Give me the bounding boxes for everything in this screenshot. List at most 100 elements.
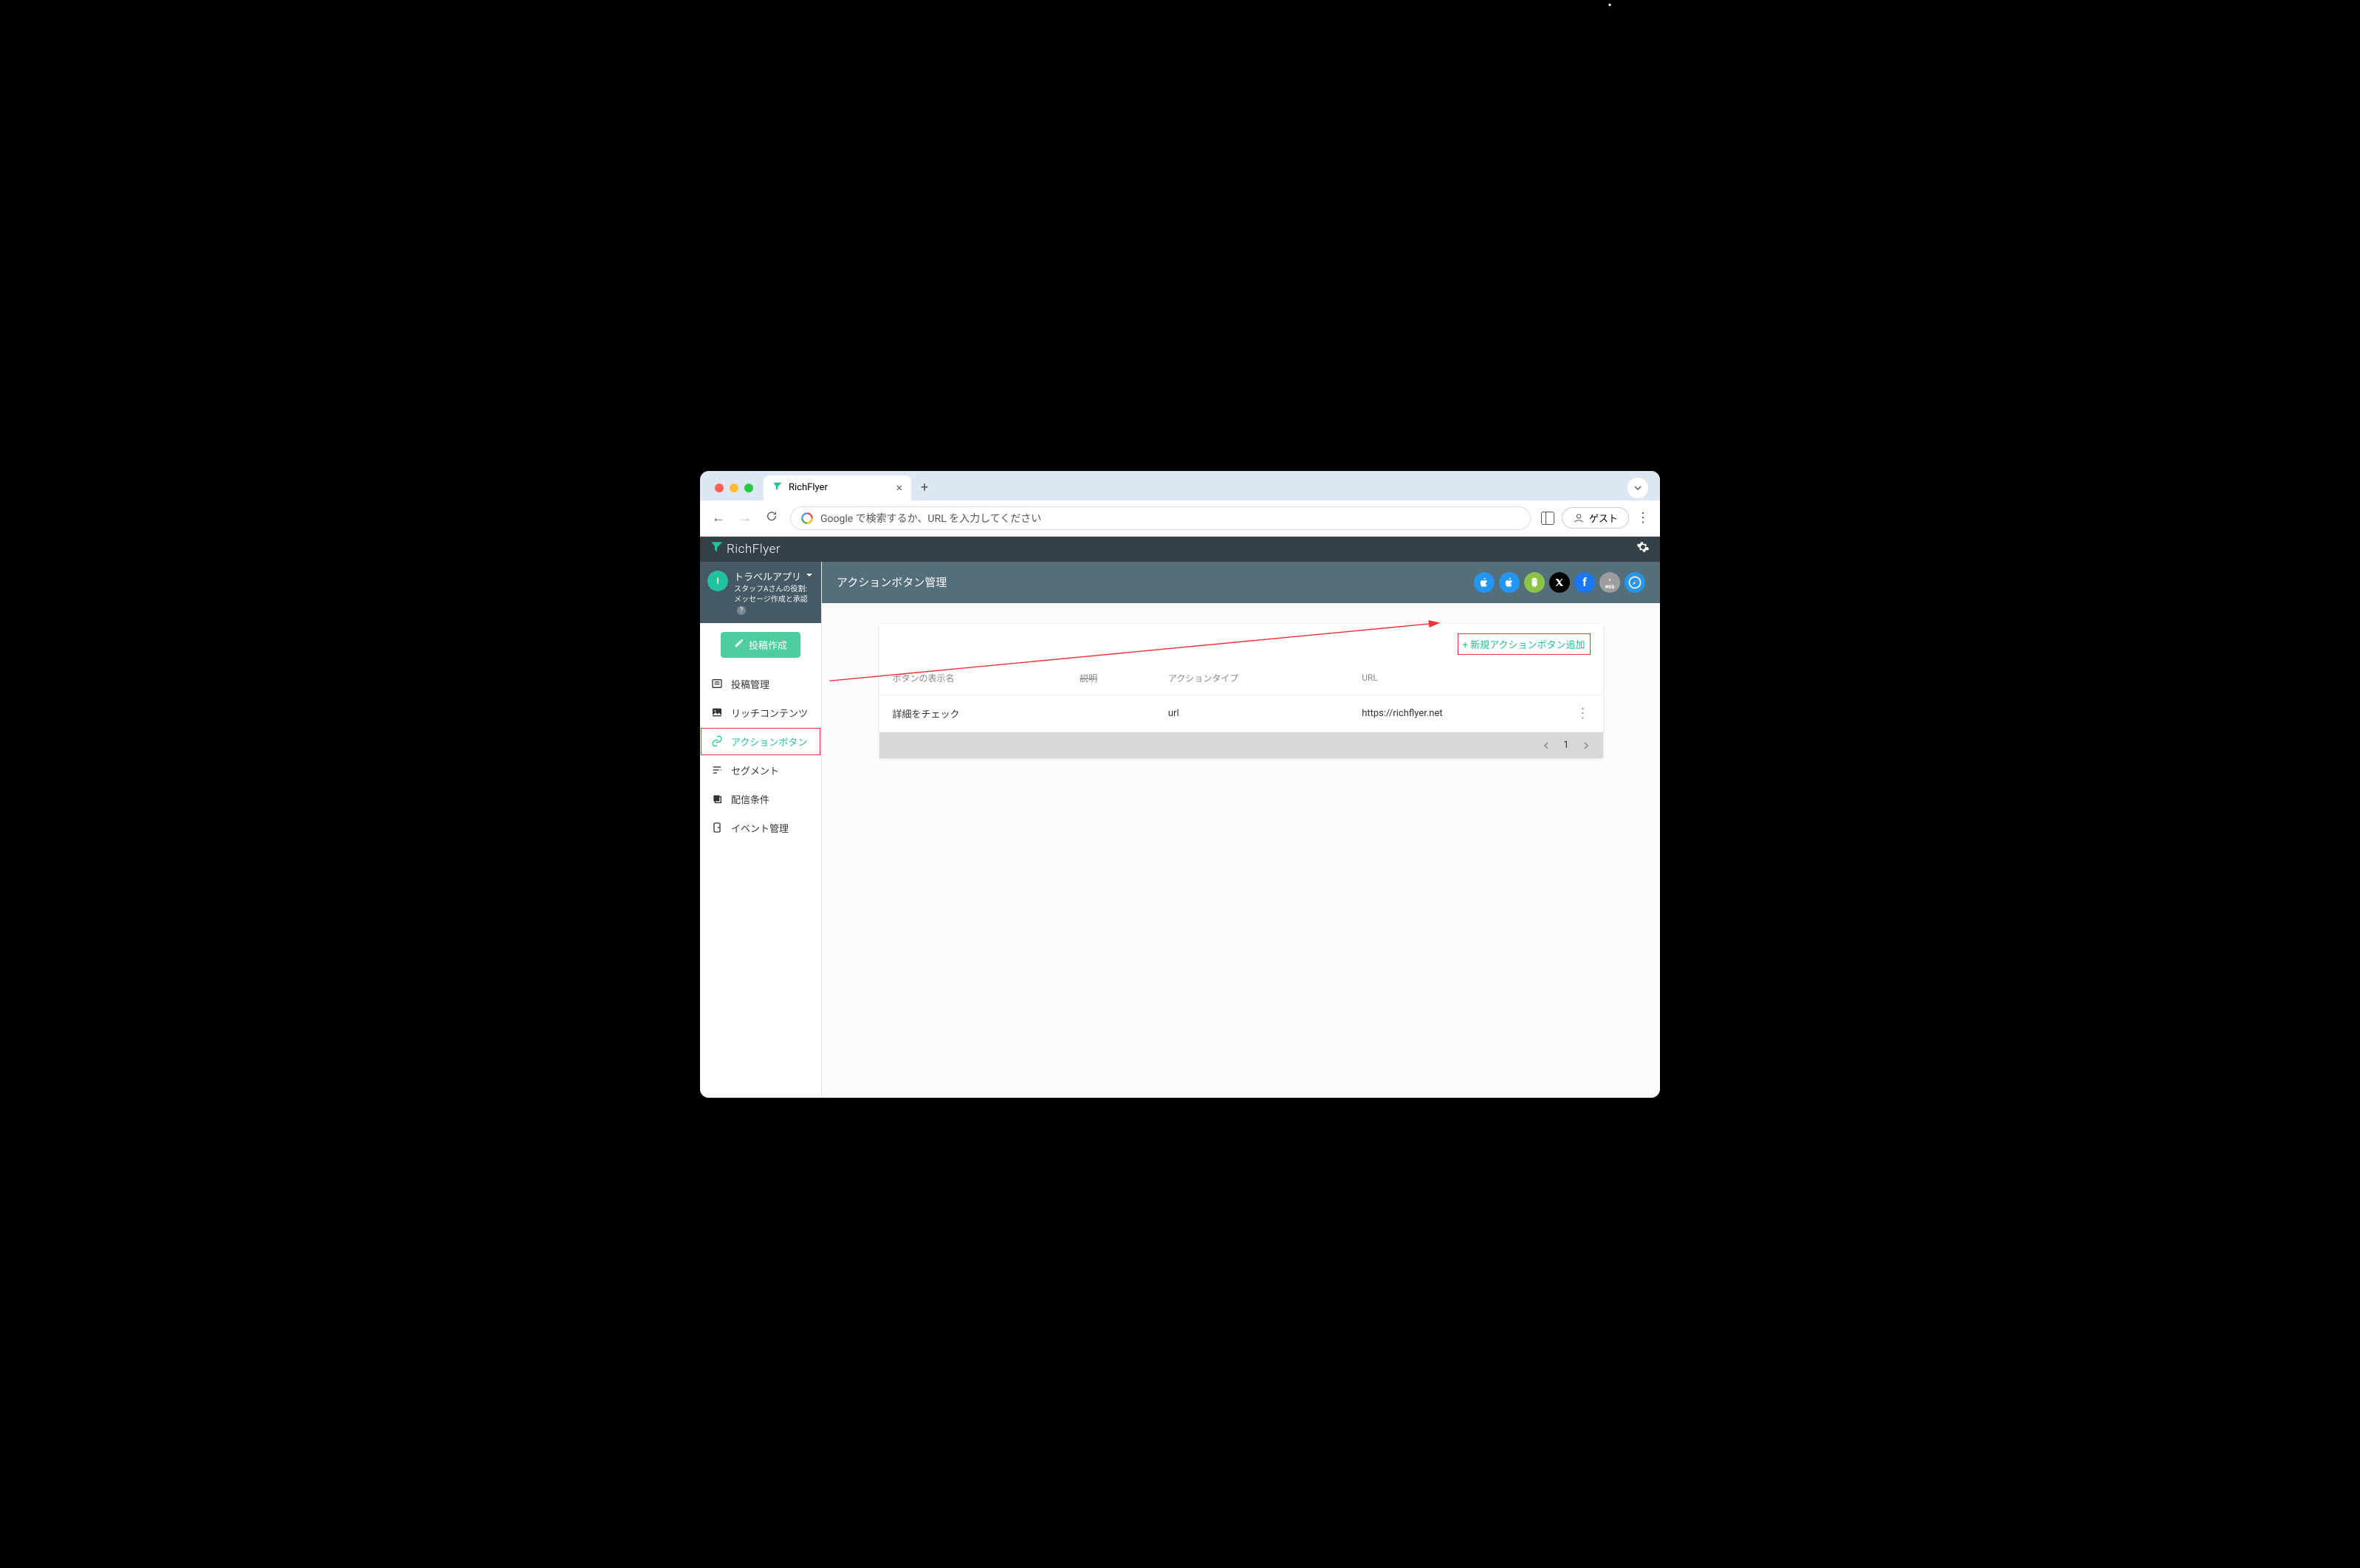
prev-page-button[interactable]: [1543, 738, 1550, 752]
window-controls: [707, 484, 761, 492]
card-header: + 新規アクションボタン追加: [879, 624, 1603, 661]
maximize-window-button[interactable]: [744, 484, 753, 492]
role-text: スタッフAさんの役割: メッセージ作成と承認 ?: [734, 585, 814, 616]
help-icon[interactable]: ?: [737, 606, 746, 615]
image-icon: [710, 706, 724, 718]
avatar: [707, 571, 728, 591]
col-action-type: アクションタイプ: [1155, 661, 1348, 695]
col-display-name: ボタンの表示名: [879, 661, 1067, 695]
nav: 投稿管理 リッチコンテンツ アクションボタン セグメント: [700, 667, 821, 845]
nav-label: イベント管理: [731, 821, 789, 835]
chevron-down-icon: [806, 571, 813, 582]
tab-title: RichFlyer: [789, 482, 828, 493]
platform-apple-icon[interactable]: [1474, 572, 1495, 593]
settings-icon[interactable]: [1636, 540, 1650, 557]
nav-item-conditions[interactable]: 配信条件: [700, 785, 821, 814]
toolbar-right: ゲスト ⋮: [1541, 507, 1650, 529]
new-tab-button[interactable]: +: [914, 478, 935, 498]
back-button[interactable]: ←: [710, 510, 727, 526]
nav-label: アクションボタン: [731, 735, 807, 749]
action-button-table: ボタンの表示名 説明 アクションタイプ URL 詳細をチェック: [879, 661, 1603, 732]
address-bar[interactable]: Google で検索するか、URL を入力してください: [790, 506, 1531, 530]
platform-safari-icon[interactable]: [1625, 572, 1645, 593]
cell-description: [1066, 695, 1155, 732]
tab-bar: RichFlyer × +: [700, 471, 1660, 501]
nav-item-posts[interactable]: 投稿管理: [700, 670, 821, 698]
platform-icons: f WEB: [1474, 572, 1645, 593]
next-page-button[interactable]: [1582, 738, 1590, 752]
reload-button[interactable]: [764, 510, 780, 526]
layers-icon: [710, 793, 724, 805]
platform-apple-alt-icon[interactable]: [1499, 572, 1520, 593]
nav-item-rich-contents[interactable]: リッチコンテンツ: [700, 698, 821, 727]
nav-item-events[interactable]: イベント管理: [700, 814, 821, 842]
nav-item-action-button[interactable]: アクションボタン: [700, 727, 821, 756]
person-icon: [1573, 512, 1585, 524]
tab-favicon-icon: [772, 481, 783, 495]
brand-mark-icon: [710, 540, 724, 557]
compose-button[interactable]: 投稿作成: [721, 632, 800, 658]
app-header: RichFlyer: [700, 537, 1660, 562]
event-icon: [710, 822, 724, 833]
address-placeholder: Google で検索するか、URL を入力してください: [820, 511, 1041, 526]
list-icon: [710, 678, 724, 690]
cell-url: https://richflyer.net: [1348, 695, 1563, 732]
col-url: URL: [1348, 661, 1563, 695]
tab-search-button[interactable]: [1627, 478, 1648, 498]
sidebar: トラベルアプリ スタッフAさんの役割: メッセージ作成と承認 ?: [700, 562, 822, 1098]
cell-display-name: 詳細をチェック: [879, 695, 1067, 732]
google-icon: [801, 512, 813, 524]
tab-close-icon[interactable]: ×: [896, 481, 902, 495]
main-header: アクションボタン管理 f WEB: [822, 562, 1660, 603]
page-title: アクションボタン管理: [837, 574, 947, 590]
nav-label: リッチコンテンツ: [731, 706, 808, 720]
app-body: トラベルアプリ スタッフAさんの役割: メッセージ作成と承認 ?: [700, 562, 1660, 1098]
row-menu-icon[interactable]: ⋮: [1563, 695, 1603, 732]
site-selector[interactable]: トラベルアプリ: [734, 569, 814, 583]
minimize-window-button[interactable]: [730, 484, 738, 492]
app: RichFlyer トラベルアプリ: [700, 537, 1660, 1098]
forward-button[interactable]: →: [737, 510, 753, 526]
role-line1: スタッフAさんの役割:: [734, 585, 807, 594]
browser-chrome: RichFlyer × + ← → Google で検索するか、URL を入力し…: [700, 471, 1660, 537]
cell-action-type: url: [1155, 695, 1348, 732]
nav-label: 投稿管理: [731, 677, 769, 691]
content-area: + 新規アクションボタン追加 ボタンの表示名 説明 アクションタイプ URL: [822, 603, 1660, 1098]
side-panel-icon[interactable]: [1541, 512, 1554, 525]
pencil-icon: [734, 638, 744, 651]
brand[interactable]: RichFlyer: [710, 540, 781, 557]
table-row[interactable]: 詳細をチェック url https://richflyer.net ⋮: [879, 695, 1603, 732]
main: アクションボタン管理 f WEB: [822, 562, 1660, 1098]
add-button-highlight: + 新規アクションボタン追加: [1458, 634, 1590, 654]
compose-label: 投稿作成: [749, 638, 787, 652]
link-icon: [710, 735, 724, 747]
browser-menu-icon[interactable]: ⋮: [1636, 510, 1650, 526]
nav-label: 配信条件: [731, 792, 769, 806]
guest-label: ゲスト: [1589, 511, 1618, 525]
profile-button[interactable]: ゲスト: [1562, 507, 1629, 529]
browser-window: RichFlyer × + ← → Google で検索するか、URL を入力し…: [700, 471, 1660, 1098]
brand-text: RichFlyer: [727, 542, 781, 557]
sidebar-header: トラベルアプリ スタッフAさんの役割: メッセージ作成と承認 ?: [700, 562, 821, 623]
site-info: トラベルアプリ スタッフAさんの役割: メッセージ作成と承認 ?: [734, 569, 814, 616]
segment-icon: [710, 764, 724, 776]
platform-web-icon[interactable]: WEB: [1599, 572, 1620, 593]
col-description: 説明: [1066, 661, 1155, 695]
compose-wrap: 投稿作成: [700, 623, 821, 667]
browser-toolbar: ← → Google で検索するか、URL を入力してください ゲスト ⋮: [700, 501, 1660, 537]
browser-tab[interactable]: RichFlyer ×: [764, 475, 911, 501]
add-action-button[interactable]: + 新規アクションボタン追加: [1463, 637, 1585, 651]
platform-android-icon[interactable]: [1524, 572, 1545, 593]
site-name: トラベルアプリ: [734, 569, 801, 583]
platform-x-icon[interactable]: [1549, 572, 1570, 593]
col-actions: [1563, 661, 1603, 695]
action-button-card: + 新規アクションボタン追加 ボタンの表示名 説明 アクションタイプ URL: [879, 624, 1603, 758]
nav-label: セグメント: [731, 763, 779, 777]
role-line2: メッセージ作成と承認: [734, 596, 808, 604]
nav-item-segment[interactable]: セグメント: [700, 756, 821, 785]
pagination: 1: [879, 732, 1603, 758]
web-label: WEB: [1605, 585, 1614, 590]
platform-facebook-icon[interactable]: f: [1574, 572, 1595, 593]
current-page: 1: [1563, 740, 1568, 751]
close-window-button[interactable]: [715, 484, 724, 492]
